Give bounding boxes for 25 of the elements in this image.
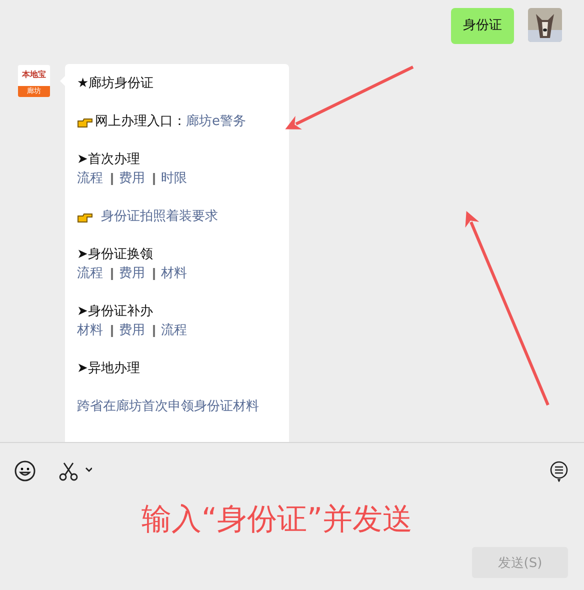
message-bubble: 身份证 — [451, 8, 514, 44]
chat-history-icon[interactable] — [548, 460, 570, 482]
label: 网上办理入口： — [95, 113, 186, 131]
pointing-hand-icon — [77, 210, 93, 222]
section-heading: ➤身份证补办 — [77, 304, 153, 319]
section-heading: ➤首次办理 — [77, 152, 140, 167]
link[interactable]: 廊坊e警务 — [186, 112, 246, 131]
emoji-icon[interactable] — [14, 460, 36, 482]
link[interactable]: 材料 — [77, 321, 103, 340]
link[interactable]: 时限 — [161, 169, 187, 188]
pointing-hand-icon — [77, 116, 93, 128]
scissors-icon[interactable] — [58, 460, 92, 482]
link[interactable]: 身份证拍照着装要求 — [101, 207, 218, 226]
link[interactable]: 跨省在廊坊首次申领身份证材料 — [77, 397, 259, 416]
section-heading: ➤身份证换领 — [77, 247, 153, 262]
link[interactable]: 费用 — [119, 169, 145, 188]
section-heading: ➤异地办理 — [77, 361, 140, 376]
link[interactable]: 费用 — [119, 321, 145, 340]
link[interactable]: 费用 — [119, 264, 145, 283]
link[interactable]: 流程 — [77, 264, 103, 283]
link[interactable]: 材料 — [161, 264, 187, 283]
link[interactable]: 流程 — [161, 321, 187, 340]
card-title: ★廊坊身份证 — [77, 76, 154, 91]
annotation-text: 输入“身份证”并发送 — [140, 501, 414, 539]
link[interactable]: 流程 — [77, 169, 103, 188]
